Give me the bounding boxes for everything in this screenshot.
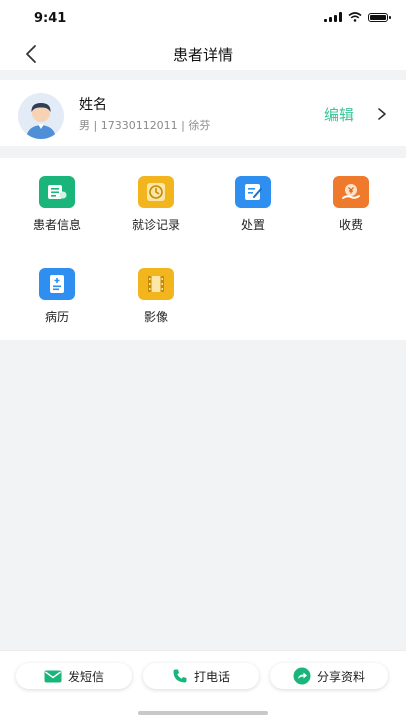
- grid-label: 收费: [338, 218, 363, 232]
- nav-bar: 患者详情: [0, 36, 406, 70]
- film-icon: [138, 268, 174, 300]
- status-icons: [324, 12, 391, 22]
- grid-label: 就诊记录: [131, 218, 180, 232]
- phone-icon: [173, 669, 187, 683]
- share-info-label: 分享资料: [316, 669, 365, 684]
- page-title: 患者详情: [172, 46, 233, 64]
- share-arrow-icon: [293, 667, 311, 685]
- grid-item-charges[interactable]: 收费: [306, 176, 396, 233]
- grid-item-visit-records[interactable]: 就诊记录: [111, 176, 201, 233]
- grid-label: 患者信息: [32, 218, 81, 232]
- patient-info-icon: [39, 176, 75, 208]
- patient-meta: 男 | 17330112011 | 徐芬: [79, 119, 211, 132]
- grid-label: 病历: [44, 310, 69, 324]
- function-grid: 患者信息 就诊记录 处置 收费 病历 影像: [0, 158, 406, 340]
- battery-icon: [368, 12, 391, 22]
- pen-note-icon: [235, 176, 271, 208]
- grid-label: 影像: [143, 310, 168, 324]
- home-indicator: [138, 711, 268, 715]
- grid-item-imaging[interactable]: 影像: [111, 268, 201, 325]
- send-sms-label: 发短信: [67, 669, 104, 684]
- user-avatar-icon: [18, 93, 64, 139]
- cellular-signal-icon: [324, 12, 342, 22]
- grid-item-treatment[interactable]: 处置: [208, 176, 298, 233]
- share-info-button[interactable]: 分享资料: [270, 663, 388, 689]
- call-button[interactable]: 打电话: [143, 663, 259, 689]
- wifi-icon: [348, 12, 362, 22]
- avatar: [18, 93, 64, 139]
- status-bar: 9:41: [0, 0, 406, 36]
- envelope-icon: [44, 670, 62, 682]
- edit-button[interactable]: 编辑: [324, 104, 354, 125]
- send-sms-button[interactable]: 发短信: [16, 663, 132, 689]
- chevron-right-icon[interactable]: [376, 107, 388, 121]
- clock-icon: [138, 176, 174, 208]
- grid-label: 处置: [240, 218, 265, 232]
- call-label: 打电话: [193, 669, 230, 684]
- status-time: 9:41: [34, 11, 67, 26]
- patient-name: 姓名: [79, 97, 107, 113]
- patient-profile-card[interactable]: 姓名 男 | 17330112011 | 徐芬 编辑: [0, 80, 406, 146]
- money-hand-icon: [333, 176, 369, 208]
- medical-record-icon: [39, 268, 75, 300]
- grid-item-patient-info[interactable]: 患者信息: [12, 176, 102, 233]
- grid-item-medical-record[interactable]: 病历: [12, 268, 102, 325]
- bottom-action-bar: 发短信 打电话 分享资料: [0, 650, 406, 722]
